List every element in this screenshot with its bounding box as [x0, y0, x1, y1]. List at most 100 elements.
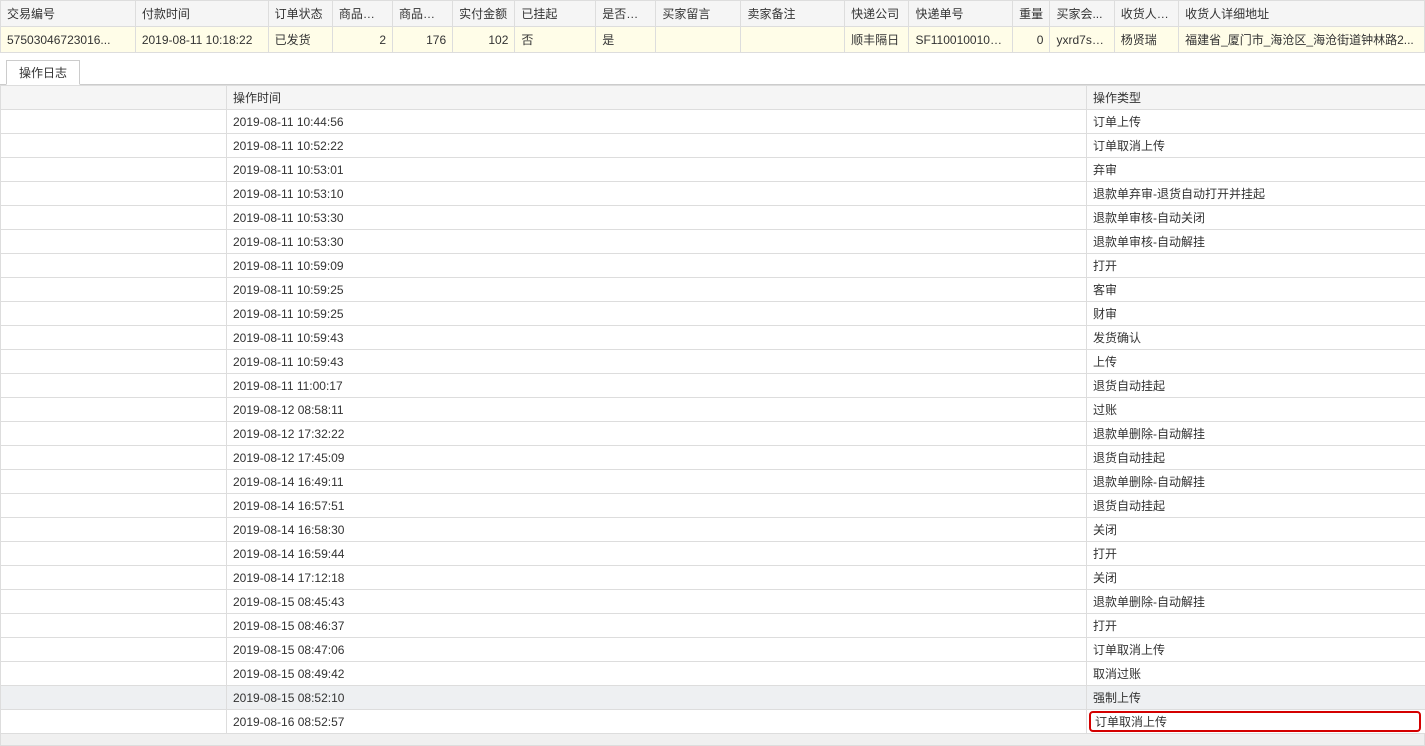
col-header-status[interactable]: 订单状态 [268, 1, 332, 27]
log-row[interactable]: 2019-08-11 10:53:10退款单弃审-退货自动打开并挂起 [1, 182, 1425, 206]
order-header-row[interactable]: 交易编号 付款时间 订单状态 商品数量 商品金额 实付金额 已挂起 是否开票 买… [1, 1, 1425, 27]
log-row[interactable]: 2019-08-14 16:58:30关闭 [1, 518, 1425, 542]
log-row[interactable]: 2019-08-14 16:49:11退款单删除-自动解挂 [1, 470, 1425, 494]
log-type-cell: 订单上传 [1087, 110, 1425, 134]
log-row[interactable]: 2019-08-14 16:59:44打开 [1, 542, 1425, 566]
log-row[interactable]: 2019-08-14 16:57:51退货自动挂起 [1, 494, 1425, 518]
log-time-cell: 2019-08-11 10:59:09 [227, 254, 1087, 278]
log-type-cell: 订单取消上传 [1087, 710, 1425, 734]
log-row[interactable]: 2019-08-16 08:52:57订单取消上传 [1, 710, 1425, 734]
log-row[interactable]: 2019-08-15 08:46:37打开 [1, 614, 1425, 638]
log-blank-cell [1, 446, 227, 470]
log-type-cell: 退货自动挂起 [1087, 494, 1425, 518]
log-row[interactable]: 2019-08-15 08:49:42取消过账 [1, 662, 1425, 686]
log-type-cell: 打开 [1087, 254, 1425, 278]
col-header-address[interactable]: 收货人详细地址 [1179, 1, 1425, 27]
log-type-cell: 订单取消上传 [1087, 638, 1425, 662]
log-row[interactable]: 2019-08-11 10:59:25客审 [1, 278, 1425, 302]
log-header-row[interactable]: 操作时间 操作类型 [1, 86, 1425, 110]
log-time-cell: 2019-08-11 10:53:10 [227, 182, 1087, 206]
col-header-payamt[interactable]: 实付金额 [453, 1, 515, 27]
col-header-weight[interactable]: 重量 [1013, 1, 1050, 27]
order-row[interactable]: 57503046723016... 2019-08-11 10:18:22 已发… [1, 27, 1425, 53]
col-header-recvname[interactable]: 收货人姓名 [1114, 1, 1178, 27]
col-header-invoice[interactable]: 是否开票 [596, 1, 656, 27]
log-time-cell: 2019-08-12 08:58:11 [227, 398, 1087, 422]
log-blank-cell [1, 422, 227, 446]
col-header-txid[interactable]: 交易编号 [1, 1, 136, 27]
log-time-cell: 2019-08-15 08:47:06 [227, 638, 1087, 662]
tab-operation-log[interactable]: 操作日志 [6, 60, 80, 85]
log-type-cell: 过账 [1087, 398, 1425, 422]
log-row[interactable]: 2019-08-11 11:00:17退货自动挂起 [1, 374, 1425, 398]
log-blank-cell [1, 278, 227, 302]
cell-status: 已发货 [268, 27, 332, 53]
order-table: 交易编号 付款时间 订单状态 商品数量 商品金额 实付金额 已挂起 是否开票 买… [0, 0, 1425, 53]
log-blank-cell [1, 470, 227, 494]
col-header-expressno[interactable]: 快递单号 [909, 1, 1013, 27]
log-blank-header [1, 86, 227, 110]
log-row[interactable]: 2019-08-11 10:44:56订单上传 [1, 110, 1425, 134]
log-row[interactable]: 2019-08-11 10:59:25财审 [1, 302, 1425, 326]
log-blank-cell [1, 206, 227, 230]
col-header-sellerremark[interactable]: 卖家备注 [741, 1, 845, 27]
log-time-cell: 2019-08-11 10:53:30 [227, 206, 1087, 230]
log-time-cell: 2019-08-11 10:52:22 [227, 134, 1087, 158]
log-blank-cell [1, 374, 227, 398]
log-row[interactable]: 2019-08-14 17:12:18关闭 [1, 566, 1425, 590]
col-header-member[interactable]: 买家会... [1050, 1, 1114, 27]
cell-address: 福建省_厦门市_海沧区_海沧街道钟林路2... [1179, 27, 1425, 53]
log-type-cell: 打开 [1087, 614, 1425, 638]
col-header-suspend[interactable]: 已挂起 [515, 1, 596, 27]
log-blank-cell [1, 398, 227, 422]
log-time-cell: 2019-08-11 10:59:43 [227, 326, 1087, 350]
log-row[interactable]: 2019-08-15 08:45:43退款单删除-自动解挂 [1, 590, 1425, 614]
log-row[interactable]: 2019-08-12 17:45:09退货自动挂起 [1, 446, 1425, 470]
log-row[interactable]: 2019-08-12 17:32:22退款单删除-自动解挂 [1, 422, 1425, 446]
log-row[interactable]: 2019-08-12 08:58:11过账 [1, 398, 1425, 422]
log-header-type[interactable]: 操作类型 [1087, 86, 1425, 110]
col-header-buyermsg[interactable]: 买家留言 [656, 1, 741, 27]
cell-payamt: 102 [453, 27, 515, 53]
log-blank-cell [1, 614, 227, 638]
log-row[interactable]: 2019-08-11 10:59:09打开 [1, 254, 1425, 278]
log-row[interactable]: 2019-08-11 10:52:22订单取消上传 [1, 134, 1425, 158]
log-blank-cell [1, 542, 227, 566]
log-time-cell: 2019-08-14 16:59:44 [227, 542, 1087, 566]
log-time-cell: 2019-08-14 16:49:11 [227, 470, 1087, 494]
log-row[interactable]: 2019-08-11 10:53:30退款单审核-自动关闭 [1, 206, 1425, 230]
col-header-qty[interactable]: 商品数量 [332, 1, 392, 27]
log-type-cell: 关闭 [1087, 518, 1425, 542]
log-blank-cell [1, 566, 227, 590]
cell-recvname: 杨贤瑞 [1114, 27, 1178, 53]
log-blank-cell [1, 590, 227, 614]
log-time-cell: 2019-08-16 08:52:57 [227, 710, 1087, 734]
log-time-cell: 2019-08-14 16:58:30 [227, 518, 1087, 542]
log-table: 操作时间 操作类型 2019-08-11 10:44:56订单上传2019-08… [0, 85, 1425, 734]
log-time-cell: 2019-08-11 11:00:17 [227, 374, 1087, 398]
log-row[interactable]: 2019-08-15 08:47:06订单取消上传 [1, 638, 1425, 662]
log-row[interactable]: 2019-08-11 10:53:01弃审 [1, 158, 1425, 182]
tab-bar: 操作日志 [0, 59, 1425, 85]
log-time-cell: 2019-08-11 10:59:43 [227, 350, 1087, 374]
cell-buyermsg [656, 27, 741, 53]
log-row[interactable]: 2019-08-11 10:59:43发货确认 [1, 326, 1425, 350]
log-type-cell: 退货自动挂起 [1087, 374, 1425, 398]
log-row[interactable]: 2019-08-15 08:52:10强制上传 [1, 686, 1425, 710]
log-type-cell: 客审 [1087, 278, 1425, 302]
col-header-expressco[interactable]: 快递公司 [845, 1, 909, 27]
horizontal-scrollbar[interactable] [0, 734, 1425, 746]
log-blank-cell [1, 110, 227, 134]
col-header-amt[interactable]: 商品金额 [393, 1, 453, 27]
log-time-cell: 2019-08-15 08:46:37 [227, 614, 1087, 638]
log-time-cell: 2019-08-15 08:49:42 [227, 662, 1087, 686]
cell-sellerremark [741, 27, 845, 53]
log-blank-cell [1, 134, 227, 158]
log-row[interactable]: 2019-08-11 10:59:43上传 [1, 350, 1425, 374]
cell-weight: 0 [1013, 27, 1050, 53]
log-header-time[interactable]: 操作时间 [227, 86, 1087, 110]
log-row[interactable]: 2019-08-11 10:53:30退款单审核-自动解挂 [1, 230, 1425, 254]
log-time-cell: 2019-08-11 10:59:25 [227, 302, 1087, 326]
log-time-cell: 2019-08-14 16:57:51 [227, 494, 1087, 518]
col-header-paytime[interactable]: 付款时间 [135, 1, 268, 27]
